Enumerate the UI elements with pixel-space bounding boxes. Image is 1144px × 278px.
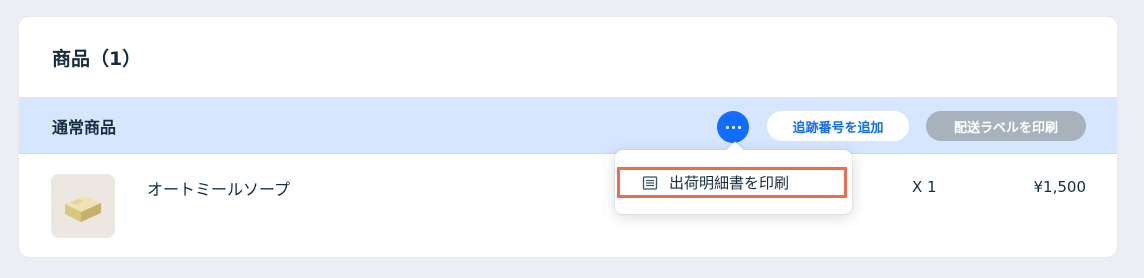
card-title: 商品（1） [52, 47, 142, 70]
section-title: 通常商品 [52, 117, 117, 137]
ellipsis-icon [725, 125, 741, 129]
more-actions-button[interactable] [717, 111, 749, 143]
card-header: 商品（1） [19, 17, 1117, 98]
product-row: オートミールソープ X 1 ¥1,500 [19, 154, 1117, 257]
products-card: 商品（1） 通常商品 追跡番号を追加 配送ラベルを印刷 オートミールソープ X … [19, 17, 1117, 257]
product-price: ¥1,500 [1033, 178, 1087, 196]
soap-image [51, 174, 115, 238]
product-name: オートミールソープ [147, 180, 291, 199]
product-thumbnail [51, 174, 115, 238]
menu-item-print-packing-slip[interactable]: 出荷明細書を印刷 [617, 167, 847, 198]
product-quantity: X 1 [912, 178, 937, 196]
menu-item-label: 出荷明細書を印刷 [669, 174, 790, 192]
section-bar: 通常商品 追跡番号を追加 配送ラベルを印刷 [19, 98, 1117, 154]
add-tracking-number-button[interactable]: 追跡番号を追加 [767, 111, 909, 141]
print-shipping-label-button[interactable]: 配送ラベルを印刷 [926, 111, 1086, 141]
more-actions-popover: 出荷明細書を印刷 [615, 150, 852, 214]
document-list-icon [642, 175, 658, 191]
